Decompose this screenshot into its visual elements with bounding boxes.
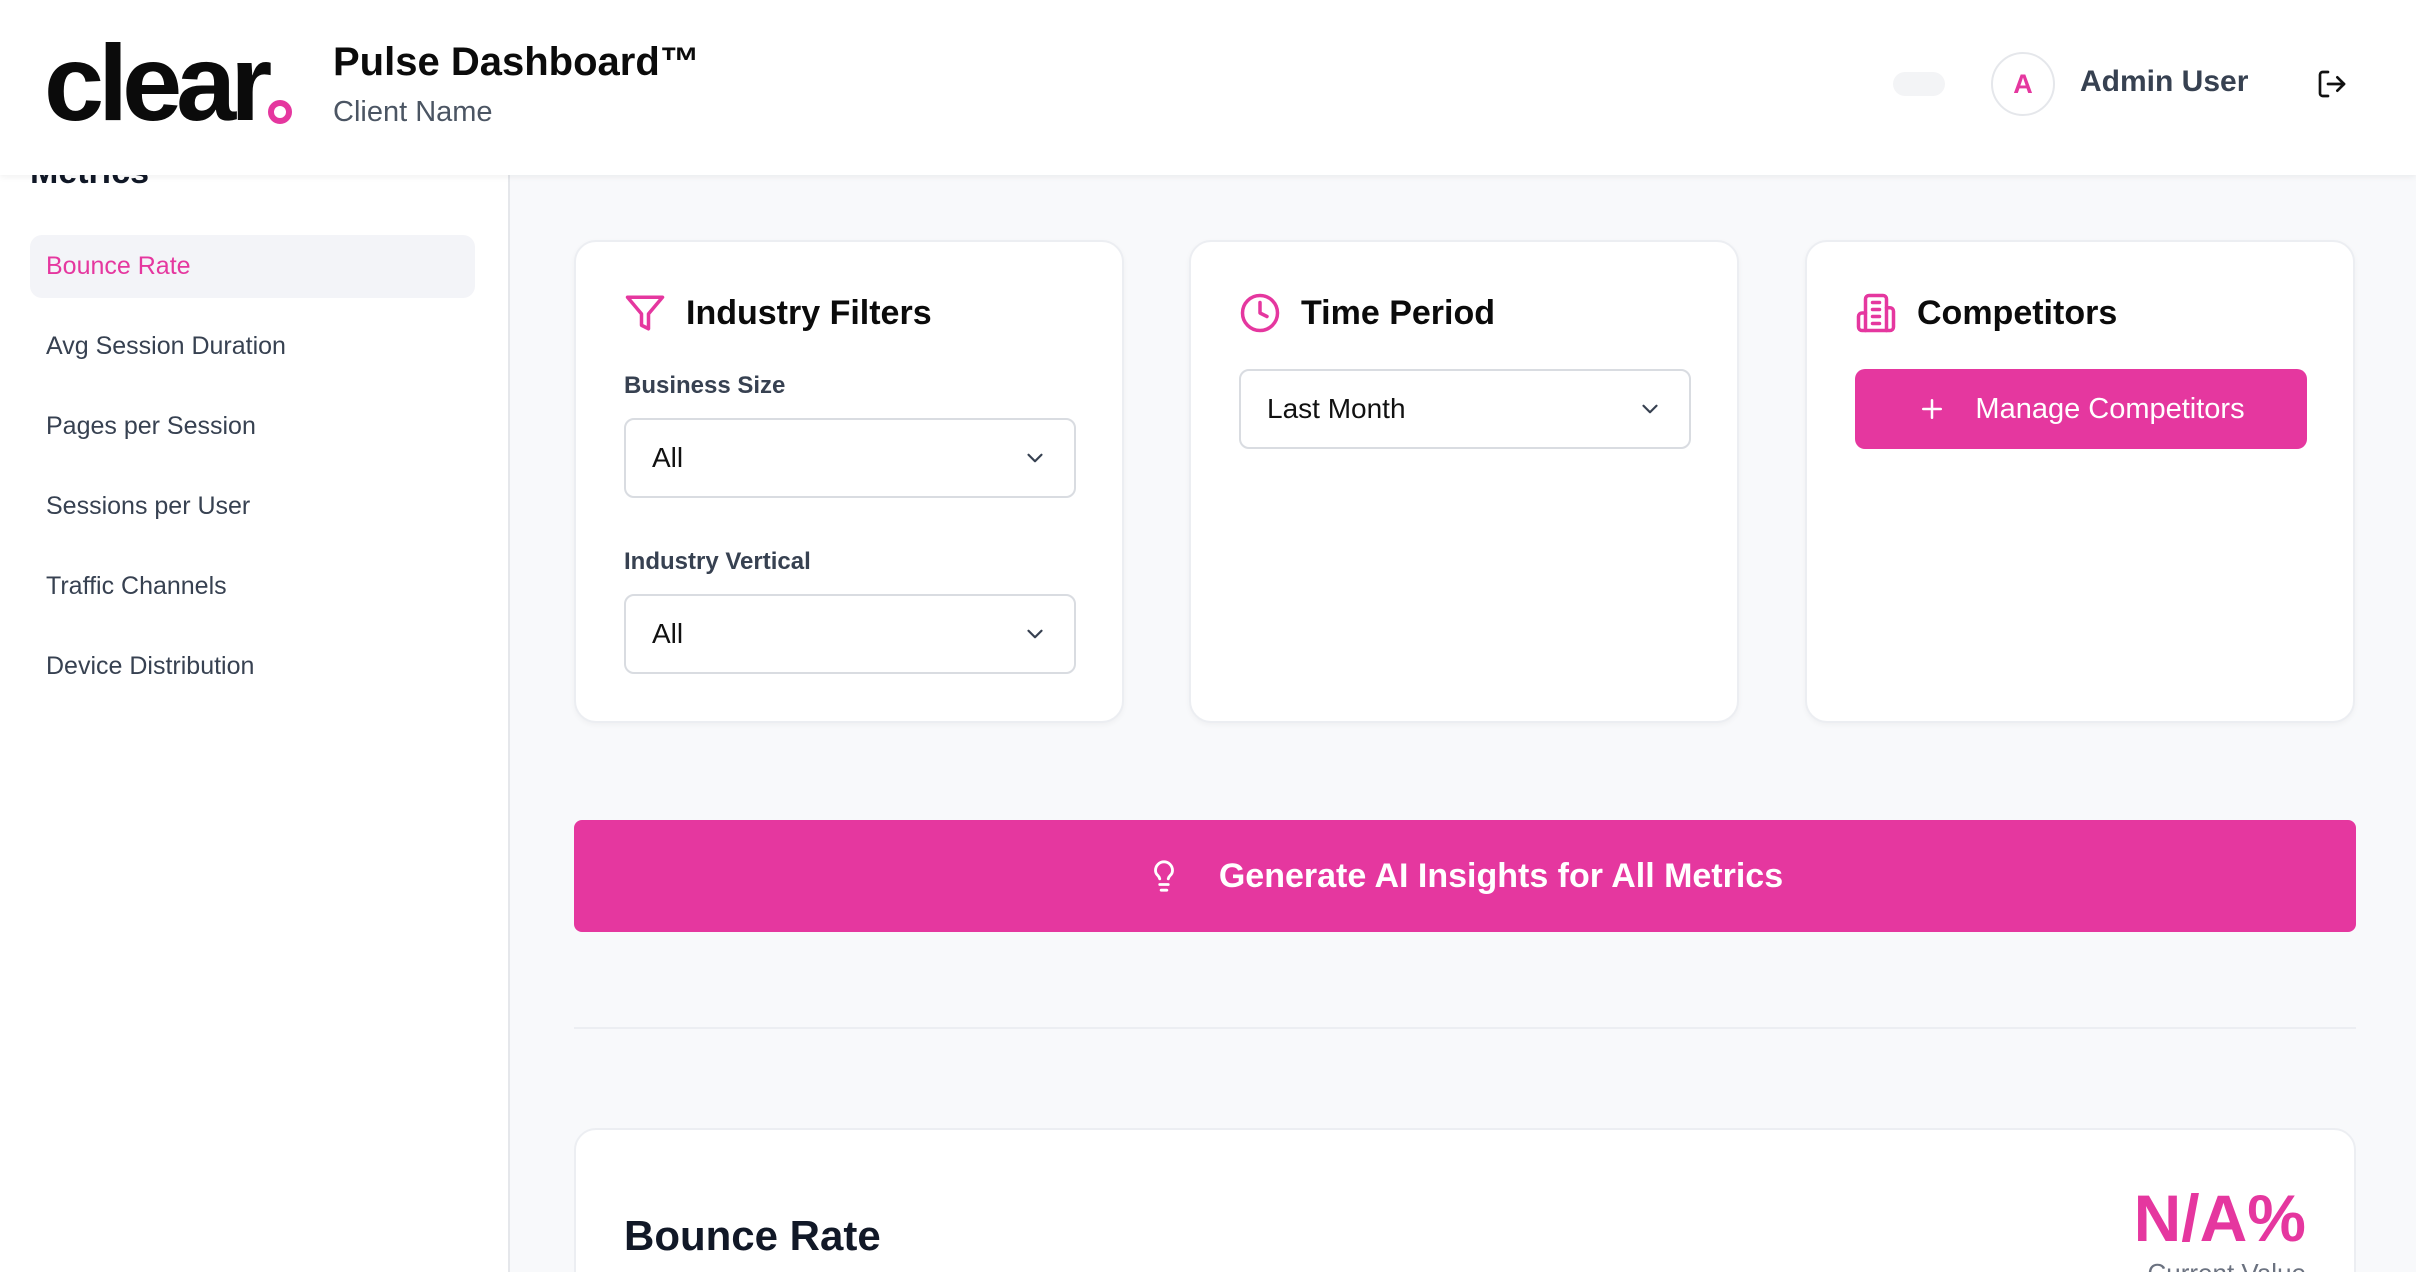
chevron-down-icon <box>1027 453 1043 463</box>
sidebar: Metrics Bounce Rate Avg Session Duration… <box>0 175 510 1272</box>
button-label: Manage Competitors <box>1975 392 2245 425</box>
user-name[interactable]: Admin User <box>2080 65 2248 99</box>
top-header: clear Pulse Dashboard™ Client Name A Adm… <box>0 0 2416 175</box>
sidebar-item-sessions-per-user[interactable]: Sessions per User <box>30 475 475 538</box>
sidebar-item-label: Pages per Session <box>46 412 256 440</box>
section-divider <box>574 1027 2356 1029</box>
time-period-card: Time Period Last Month <box>1189 240 1739 723</box>
button-label: Generate AI Insights for All Metrics <box>1218 856 1784 895</box>
app-title: Pulse Dashboard™ <box>333 40 700 84</box>
business-size-label: Business Size <box>624 372 786 399</box>
sidebar-item-label: Bounce Rate <box>46 252 191 280</box>
sidebar-heading: Metrics <box>30 175 149 192</box>
generate-ai-insights-button[interactable]: Generate AI Insights for All Metrics <box>574 820 2356 932</box>
sidebar-item-traffic-channels[interactable]: Traffic Channels <box>30 555 475 618</box>
competitors-card: Competitors Manage Competitors <box>1805 240 2355 723</box>
lightbulb-icon <box>1153 860 1174 892</box>
sidebar-item-label: Traffic Channels <box>46 572 227 600</box>
filter-icon <box>625 295 665 331</box>
building-icon <box>1856 293 1896 333</box>
sidebar-item-device-distribution[interactable]: Device Distribution <box>30 635 475 698</box>
metric-caption: Current Value <box>2148 1258 2307 1272</box>
time-period-select[interactable]: Last Month <box>1239 369 1691 449</box>
logo-wordmark: clear <box>44 22 272 143</box>
clock-icon <box>1240 293 1280 333</box>
industry-vertical-select[interactable]: All <box>624 594 1076 674</box>
avatar[interactable]: A <box>1991 52 2055 116</box>
sidebar-item-bounce-rate[interactable]: Bounce Rate <box>30 235 475 298</box>
metric-value: N/A% <box>2133 1181 2306 1255</box>
card-header: Industry Filters <box>624 292 932 334</box>
header-toggle[interactable] <box>1893 72 1945 96</box>
plus-icon <box>1922 399 1943 419</box>
logout-icon[interactable] <box>2316 68 2348 100</box>
bounce-rate-card: Bounce Rate N/A% Current Value <box>574 1128 2356 1272</box>
select-value: All <box>652 618 684 649</box>
logo-dot-icon <box>268 100 293 124</box>
client-name: Client Name <box>333 96 493 128</box>
card-title: Time Period <box>1301 293 1495 332</box>
sidebar-item-pages-per-session[interactable]: Pages per Session <box>30 395 475 458</box>
select-value: Last Month <box>1267 393 1406 424</box>
chevron-down-icon <box>1642 404 1658 414</box>
card-header: Competitors <box>1855 292 2117 334</box>
sidebar-item-avg-session-duration[interactable]: Avg Session Duration <box>30 315 475 378</box>
select-value: All <box>652 442 684 473</box>
sidebar-item-label: Sessions per User <box>46 492 251 520</box>
card-title: Industry Filters <box>686 293 932 332</box>
industry-vertical-label: Industry Vertical <box>624 548 811 575</box>
sidebar-item-label: Device Distribution <box>46 652 255 680</box>
chevron-down-icon <box>1027 629 1043 639</box>
manage-competitors-button[interactable]: Manage Competitors <box>1855 369 2307 449</box>
industry-filters-card: Industry Filters Business Size All Indus… <box>574 240 1124 723</box>
metric-title: Bounce Rate <box>624 1212 881 1259</box>
card-header: Time Period <box>1239 292 1495 334</box>
card-title: Competitors <box>1917 293 2118 332</box>
sidebar-item-label: Avg Session Duration <box>46 332 286 360</box>
clear-logo[interactable]: clear <box>44 22 293 143</box>
business-size-select[interactable]: All <box>624 418 1076 498</box>
